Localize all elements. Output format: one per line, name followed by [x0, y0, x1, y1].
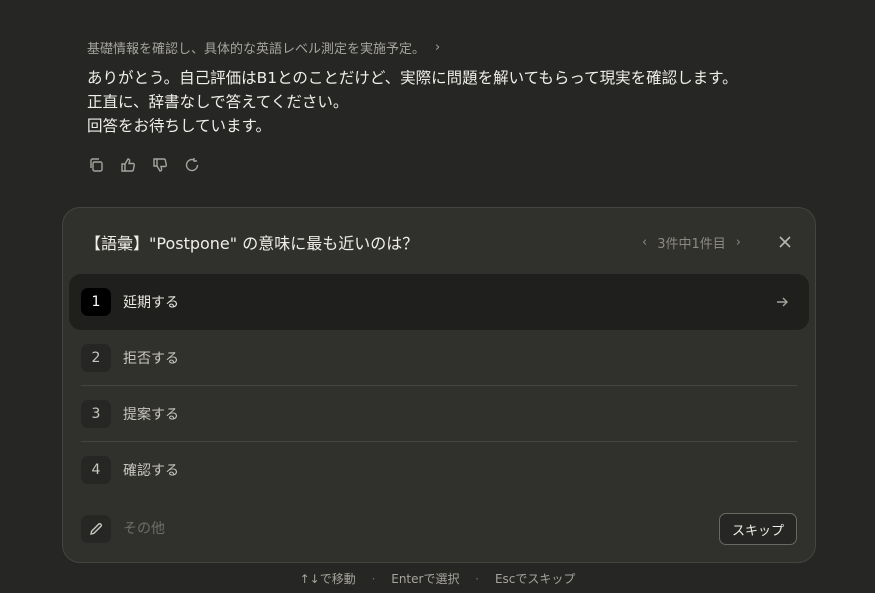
keyboard-hints: ↑↓で移動 · Enterで選択 · Escでスキップ [0, 570, 875, 587]
message-line: 回答をお待ちしています。 [87, 117, 271, 135]
pager-text: 3件中1件目 [657, 236, 726, 252]
assistant-message: ありがとう。自己評価はB1とのことだけど、実際に問題を解いてもらって現実を確認し… [87, 66, 738, 138]
close-icon[interactable] [777, 234, 793, 250]
question-header: 【語彙】"Postpone" の意味に最も近いのは？ ‹ 3件中1件目 › [85, 230, 793, 254]
message-line: ありがとう。自己評価はB1とのことだけど、実際に問題を解いてもらって現実を確認し… [87, 69, 738, 87]
option-number: 3 [81, 400, 111, 428]
thinking-summary[interactable]: 基礎情報を確認し、具体的な英語レベル測定を実施予定。 › [87, 38, 440, 57]
pencil-icon [81, 515, 111, 543]
thumbs-up-icon[interactable] [119, 156, 137, 174]
answer-option[interactable]: 1 延期する [69, 274, 809, 330]
thumbs-down-icon[interactable] [151, 156, 169, 174]
hint-select: Enterで選択 [391, 572, 460, 586]
other-answer-input[interactable] [123, 521, 719, 537]
chevron-left-icon[interactable]: ‹ [642, 235, 647, 250]
arrow-right-icon [775, 294, 791, 310]
option-label: 延期する [123, 295, 179, 311]
answer-options: 1 延期する 2 拒否する 3 提案する 4 確認する [69, 274, 809, 498]
chevron-right-icon: › [435, 40, 441, 55]
hint-separator: · [371, 572, 376, 586]
answer-option[interactable]: 2 拒否する [69, 330, 809, 386]
option-label: 拒否する [123, 351, 179, 367]
hint-move: ↑↓で移動 [299, 572, 356, 586]
question-title: 【語彙】"Postpone" の意味に最も近いのは？ [85, 234, 419, 253]
retry-icon[interactable] [183, 156, 201, 174]
message-line: 正直に、辞書なしで答えてください。 [87, 93, 349, 111]
option-number: 1 [81, 288, 111, 316]
answer-option[interactable]: 4 確認する [69, 442, 809, 498]
hint-separator: · [475, 572, 480, 586]
chevron-right-icon[interactable]: › [736, 235, 741, 250]
option-label: 提案する [123, 407, 179, 423]
question-pager: ‹ 3件中1件目 › [642, 233, 741, 252]
other-answer-row: スキップ [81, 501, 797, 557]
message-actions [87, 156, 201, 174]
answer-option[interactable]: 3 提案する [69, 386, 809, 442]
thinking-summary-text: 基礎情報を確認し、具体的な英語レベル測定を実施予定。 [87, 42, 426, 57]
option-number: 2 [81, 344, 111, 372]
copy-icon[interactable] [87, 156, 105, 174]
skip-button[interactable]: スキップ [718, 513, 797, 545]
question-panel: 【語彙】"Postpone" の意味に最も近いのは？ ‹ 3件中1件目 › 1 … [62, 207, 816, 563]
hint-skip: Escでスキップ [494, 572, 576, 586]
option-number: 4 [81, 456, 111, 484]
option-label: 確認する [123, 463, 179, 479]
